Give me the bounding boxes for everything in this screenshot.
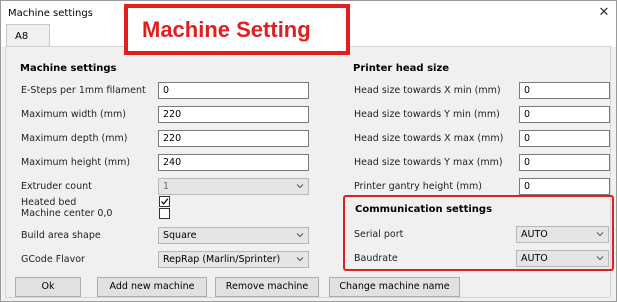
gcode-flavor-label: GCode Flavor — [21, 254, 85, 265]
extruder-count-value: 1 — [163, 181, 170, 192]
head-x-max-label: Head size towards X max (mm) — [354, 133, 504, 144]
gantry-height-input[interactable]: 0 — [519, 178, 610, 195]
gcode-flavor-value: RepRap (Marlin/Sprinter) — [163, 254, 281, 265]
printer-head-size-heading: Printer head size — [353, 63, 450, 74]
serial-port-select[interactable]: AUTO — [516, 226, 609, 243]
annotation-label: Machine Setting — [142, 17, 311, 42]
build-area-shape-label: Build area shape — [21, 230, 101, 241]
machine-center-label: Machine center 0,0 — [21, 208, 113, 219]
communication-settings-heading: Communication settings — [355, 204, 493, 215]
build-area-shape-select[interactable]: Square — [158, 227, 309, 244]
chevron-down-icon — [296, 233, 304, 238]
checkmark-icon — [161, 198, 169, 205]
chevron-down-icon — [296, 257, 304, 262]
extruder-count-select[interactable]: 1 — [158, 178, 309, 195]
chevron-down-icon — [596, 256, 604, 261]
remove-machine-button[interactable]: Remove machine — [215, 277, 319, 297]
max-width-input[interactable]: 220 — [158, 106, 309, 123]
close-icon[interactable]: ✕ — [595, 4, 613, 22]
head-y-max-input[interactable]: 0 — [519, 154, 610, 171]
extruder-count-label: Extruder count — [21, 181, 92, 192]
heated-bed-label: Heated bed — [21, 197, 77, 208]
tab-a8[interactable]: A8 — [6, 24, 50, 46]
head-y-max-label: Head size towards Y max (mm) — [354, 157, 503, 168]
max-width-label: Maximum width (mm) — [21, 109, 126, 120]
machine-center-checkbox[interactable] — [159, 208, 170, 219]
max-depth-label: Maximum depth (mm) — [21, 133, 128, 144]
max-height-input[interactable]: 240 — [158, 154, 309, 171]
build-area-shape-value: Square — [163, 230, 197, 241]
baudrate-label: Baudrate — [354, 253, 398, 264]
head-x-max-input[interactable]: 0 — [519, 130, 610, 147]
e-steps-input[interactable]: 0 — [158, 82, 309, 99]
change-machine-name-button[interactable]: Change machine name — [329, 277, 460, 297]
e-steps-label: E-Steps per 1mm filament — [21, 85, 146, 96]
window-title: Machine settings — [8, 8, 93, 19]
heated-bed-checkbox[interactable] — [159, 196, 170, 207]
machine-settings-heading: Machine settings — [20, 63, 117, 74]
max-depth-input[interactable]: 220 — [158, 130, 309, 147]
head-x-min-label: Head size towards X min (mm) — [354, 85, 501, 96]
chevron-down-icon — [296, 184, 304, 189]
head-y-min-input[interactable]: 0 — [519, 106, 610, 123]
serial-port-label: Serial port — [354, 229, 404, 240]
head-y-min-label: Head size towards Y min (mm) — [354, 109, 500, 120]
add-new-machine-button[interactable]: Add new machine — [97, 277, 207, 297]
serial-port-value: AUTO — [521, 229, 548, 240]
head-x-min-input[interactable]: 0 — [519, 82, 610, 99]
gcode-flavor-select[interactable]: RepRap (Marlin/Sprinter) — [158, 251, 309, 268]
gantry-height-label: Printer gantry height (mm) — [354, 181, 482, 192]
ok-button[interactable]: Ok — [15, 277, 81, 297]
machine-settings-window: Machine settings ✕ A8 Machine settings E… — [0, 0, 617, 302]
baudrate-select[interactable]: AUTO — [516, 250, 609, 267]
baudrate-value: AUTO — [521, 253, 548, 264]
annotation-box: Machine Setting — [124, 4, 350, 55]
max-height-label: Maximum height (mm) — [21, 157, 131, 168]
chevron-down-icon — [596, 232, 604, 237]
